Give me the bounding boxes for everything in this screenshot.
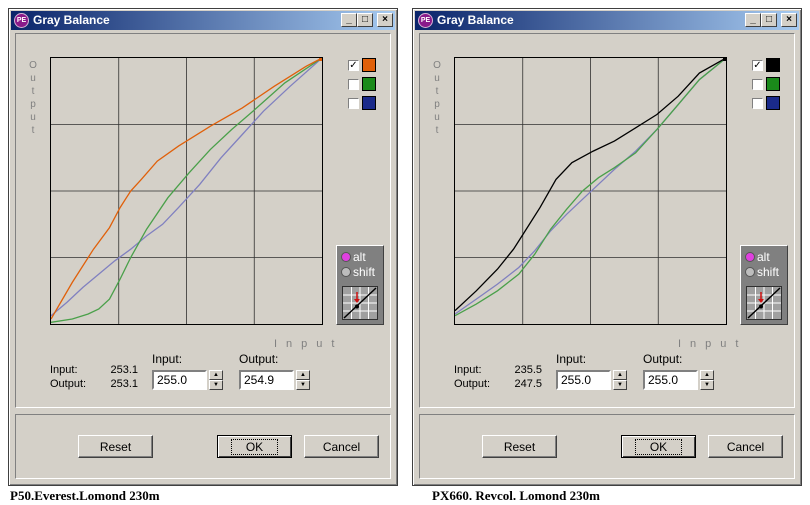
output-value-field[interactable] <box>643 370 698 390</box>
shift-label: shift <box>353 265 376 279</box>
button-panel: Reset OK Cancel <box>15 414 391 479</box>
output-spin-up[interactable]: ▲ <box>296 370 310 380</box>
channel-2-swatch[interactable] <box>766 77 780 91</box>
channel-1-swatch[interactable] <box>766 58 780 72</box>
output-field-label: Output: <box>643 352 683 366</box>
output-value-field[interactable] <box>239 370 294 390</box>
curve-svg[interactable] <box>51 58 322 324</box>
readout-output-label: Output: <box>454 378 491 390</box>
caption-right: PX660. Revcol. Lomond 230m <box>432 488 600 503</box>
mini-curve-icon <box>342 286 378 320</box>
close-button[interactable]: × <box>781 13 797 27</box>
readout-output-value: 247.5 <box>514 378 542 390</box>
graph-panel: Output Input ✓ alt shift <box>419 33 795 408</box>
cancel-button[interactable]: Cancel <box>304 435 379 458</box>
gray-balance-window-left: PE Gray Balance _ □ × Output Input ✓ alt… <box>8 8 398 486</box>
alt-label: alt <box>757 250 770 264</box>
maximize-button[interactable]: □ <box>357 13 373 27</box>
ok-button[interactable]: OK <box>621 435 696 458</box>
channel-3-swatch[interactable] <box>766 96 780 110</box>
readout-input-value: 235.5 <box>514 364 542 376</box>
maximize-button[interactable]: □ <box>761 13 777 27</box>
output-spin-down[interactable]: ▼ <box>296 380 310 390</box>
input-spin-down[interactable]: ▼ <box>209 380 223 390</box>
channel-3-checkbox[interactable] <box>348 98 359 109</box>
input-field-label: Input: <box>152 352 183 366</box>
readout-input-label: Input: <box>454 364 482 376</box>
app-icon: PE <box>14 13 29 28</box>
alt-radio[interactable] <box>341 252 351 262</box>
x-axis-label: Input <box>274 338 344 350</box>
curve-svg[interactable] <box>455 58 726 324</box>
shift-label: shift <box>757 265 780 279</box>
mini-curve-icon <box>746 286 782 320</box>
shift-radio[interactable] <box>745 267 755 277</box>
channel-3-swatch[interactable] <box>362 96 376 110</box>
channel-2-swatch[interactable] <box>362 77 376 91</box>
cancel-button[interactable]: Cancel <box>708 435 783 458</box>
output-spin-down[interactable]: ▼ <box>700 380 714 390</box>
output-field-label: Output: <box>239 352 279 366</box>
input-spin-up[interactable]: ▲ <box>613 370 627 380</box>
input-field-label: Input: <box>556 352 587 366</box>
modifier-panel: alt shift <box>740 245 788 325</box>
button-panel: Reset OK Cancel <box>419 414 795 479</box>
reset-button[interactable]: Reset <box>78 435 153 458</box>
input-spin-down[interactable]: ▼ <box>613 380 627 390</box>
reset-button[interactable]: Reset <box>482 435 557 458</box>
channel-1-checkbox[interactable]: ✓ <box>752 60 763 71</box>
input-value-field[interactable] <box>152 370 207 390</box>
ok-button-label: OK <box>634 439 683 455</box>
channel-1-swatch[interactable] <box>362 58 376 72</box>
window-title: Gray Balance <box>33 13 110 27</box>
input-value-field[interactable] <box>556 370 611 390</box>
channel-2-checkbox[interactable] <box>348 79 359 90</box>
input-spin-up[interactable]: ▲ <box>209 370 223 380</box>
channel-1-checkbox[interactable]: ✓ <box>348 60 359 71</box>
curve-end-handle[interactable] <box>319 58 322 61</box>
app-icon: PE <box>418 13 433 28</box>
alt-label: alt <box>353 250 366 264</box>
output-spin-up[interactable]: ▲ <box>700 370 714 380</box>
readout-input-value: 253.1 <box>110 364 138 376</box>
close-button[interactable]: × <box>377 13 393 27</box>
window-title: Gray Balance <box>437 13 514 27</box>
y-axis-label: Output <box>29 60 37 136</box>
readout-input-label: Input: <box>50 364 78 376</box>
y-axis-label: Output <box>433 60 441 136</box>
caption-left: P50.Everest.Lomond 230m <box>10 488 160 503</box>
x-axis-label: Input <box>678 338 748 350</box>
ok-button-label: OK <box>230 439 279 455</box>
minimize-button[interactable]: _ <box>341 13 357 27</box>
graph-panel: Output Input ✓ alt shift <box>15 33 391 408</box>
channel-2-checkbox[interactable] <box>752 79 763 90</box>
alt-radio[interactable] <box>745 252 755 262</box>
channel-3-checkbox[interactable] <box>752 98 763 109</box>
curve-end-handle[interactable] <box>723 58 726 61</box>
minimize-button[interactable]: _ <box>745 13 761 27</box>
curve-graph[interactable] <box>50 57 323 325</box>
shift-radio[interactable] <box>341 267 351 277</box>
title-bar[interactable]: PE Gray Balance _ □ × <box>11 11 395 30</box>
readout-output-label: Output: <box>50 378 87 390</box>
curve-graph[interactable] <box>454 57 727 325</box>
modifier-panel: alt shift <box>336 245 384 325</box>
title-bar[interactable]: PE Gray Balance _ □ × <box>415 11 799 30</box>
gray-balance-window-right: PE Gray Balance _ □ × Output Input ✓ alt… <box>412 8 802 486</box>
readout-output-value: 253.1 <box>110 378 138 390</box>
ok-button[interactable]: OK <box>217 435 292 458</box>
